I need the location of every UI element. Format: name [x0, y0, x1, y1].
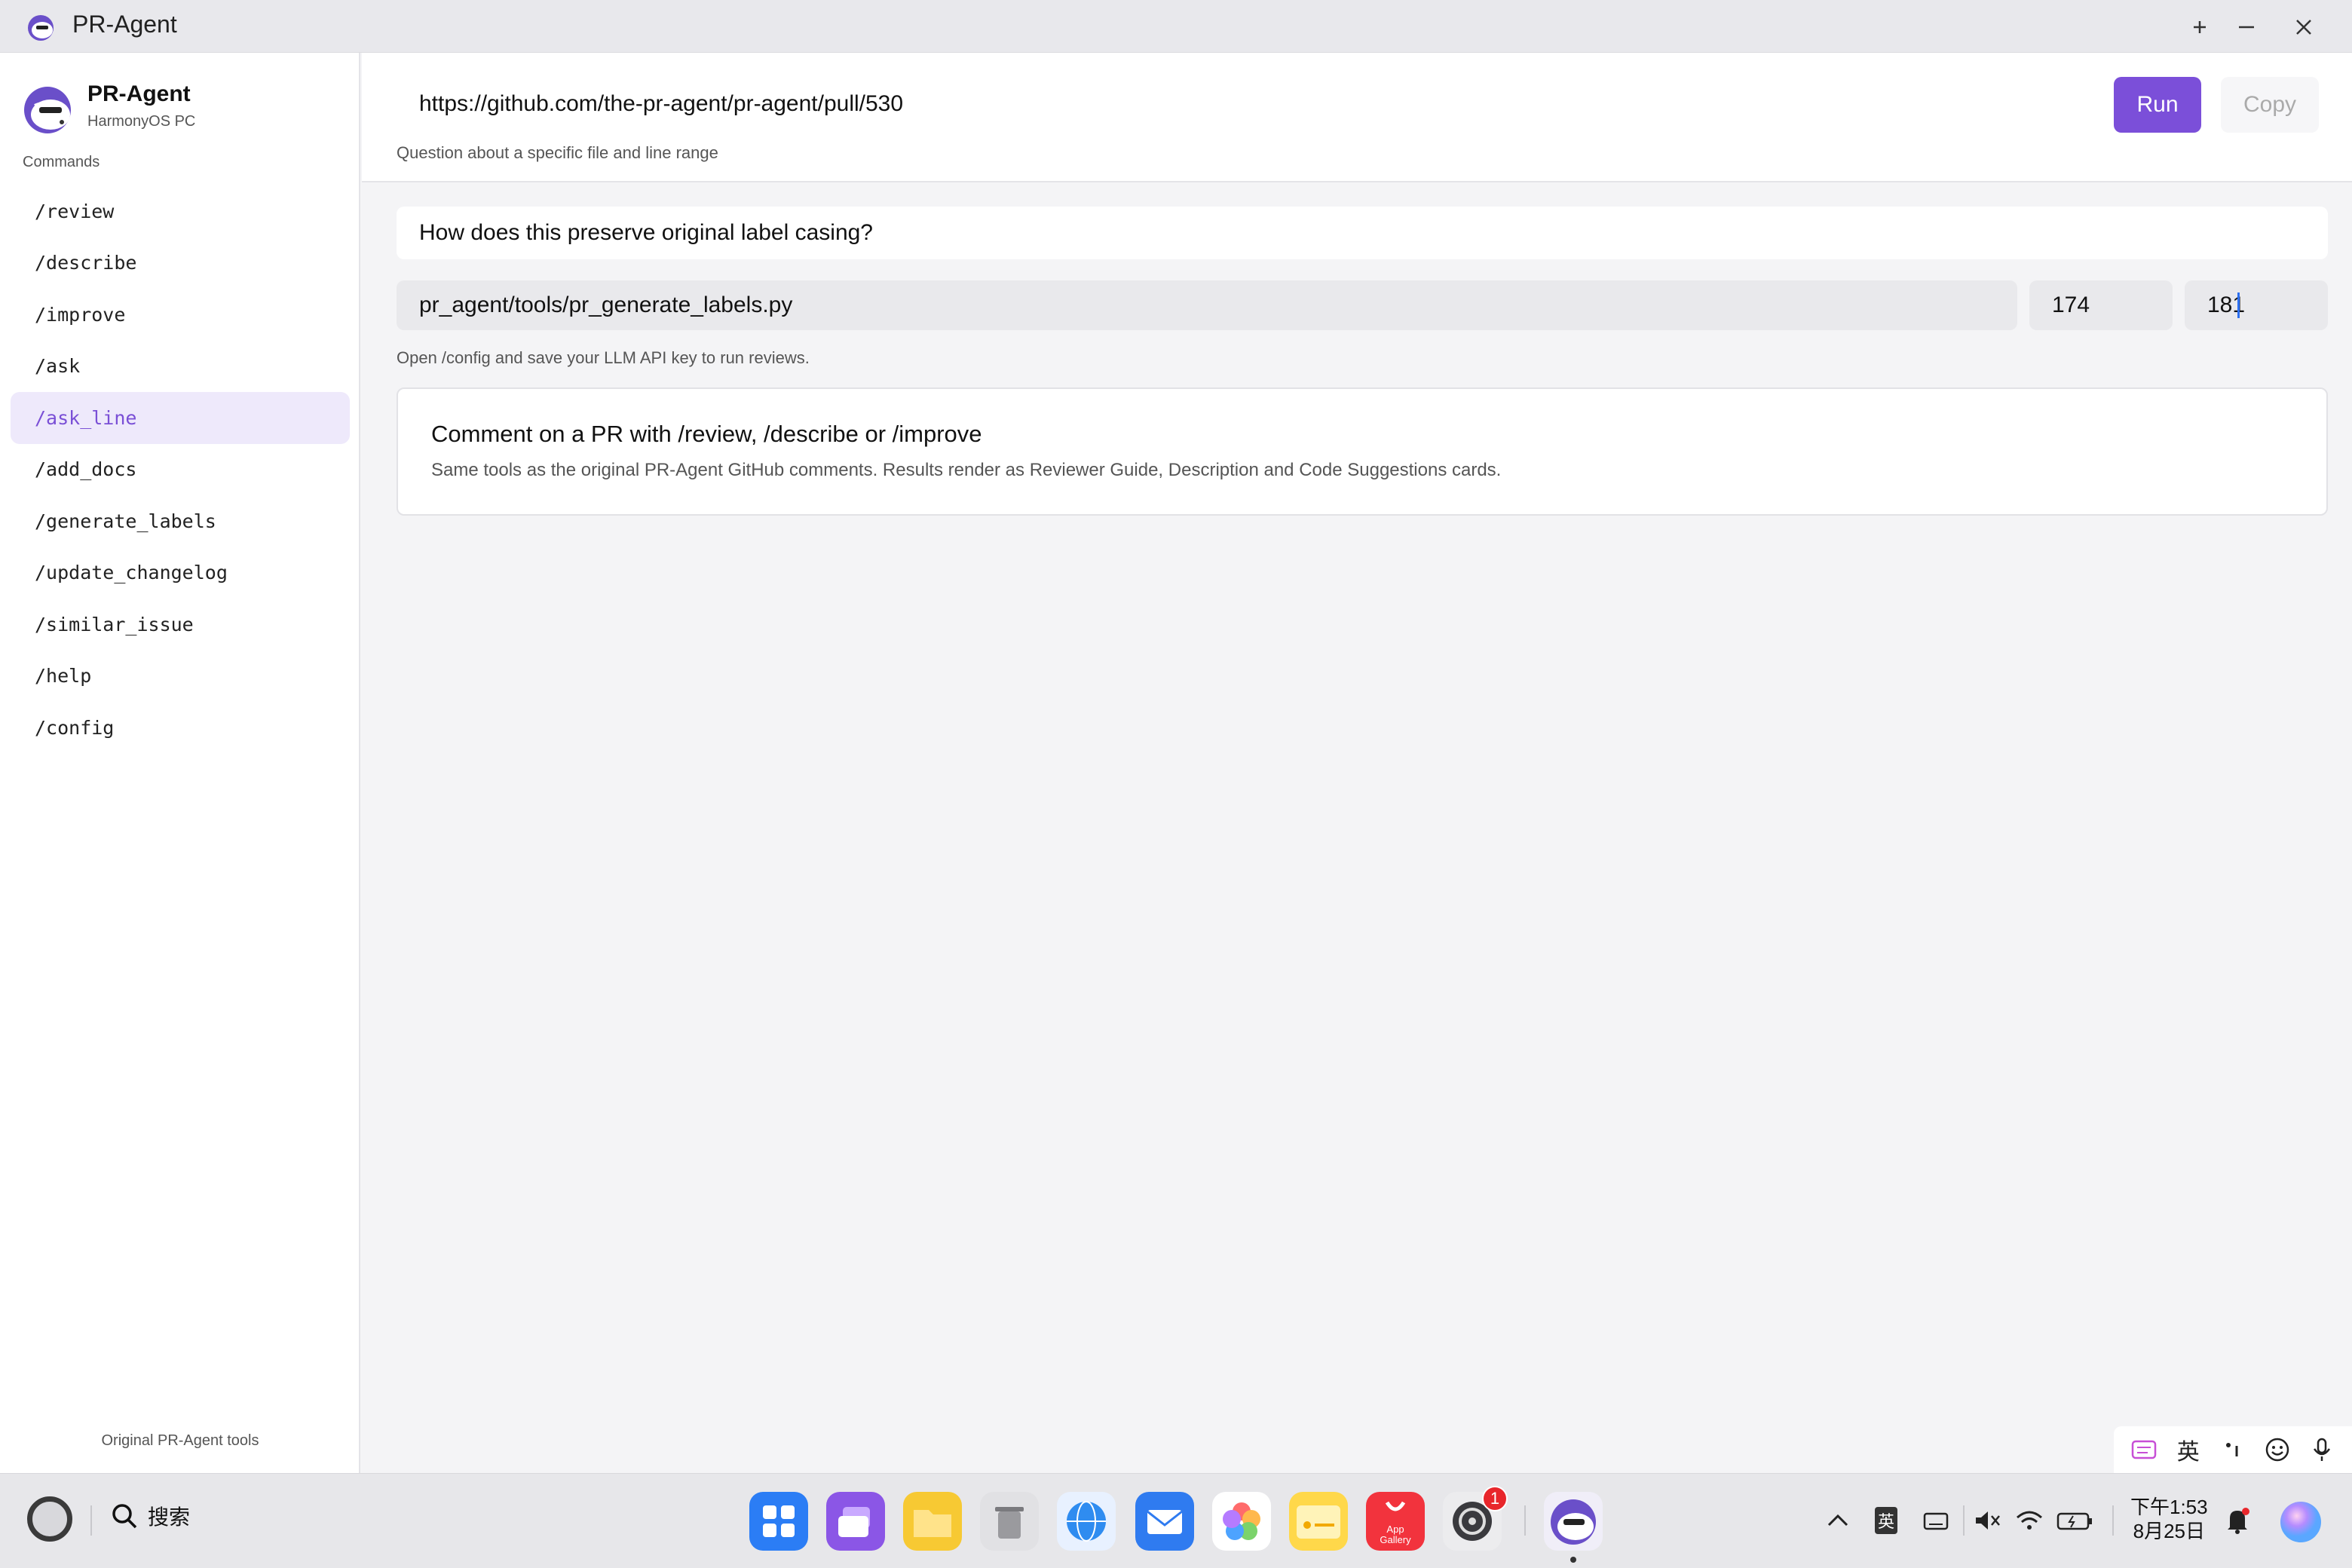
run-button[interactable]: Run: [2114, 77, 2201, 133]
sidebar-item-update-changelog[interactable]: /update_changelog: [11, 547, 350, 599]
brand-subtitle: HarmonyOS PC: [87, 113, 196, 130]
sidebar-item-help[interactable]: /help: [11, 651, 350, 703]
volume-muted-icon[interactable]: [1971, 1504, 2004, 1537]
minimize-button[interactable]: [2230, 11, 2263, 44]
browser-icon[interactable]: [1057, 1492, 1116, 1551]
sidebar-item-similar-issue[interactable]: /similar_issue: [11, 599, 350, 651]
url-bar: Run Copy Question about a specific file …: [362, 53, 2352, 182]
sidebar-footer: Original PR-Agent tools: [101, 1432, 259, 1449]
info-card: Comment on a PR with /review, /describe …: [397, 387, 2328, 516]
pr-url-input[interactable]: [397, 75, 2153, 133]
tray-ime-language[interactable]: 英: [1870, 1504, 1903, 1537]
system-clock[interactable]: 下午1:53 8月25日: [2130, 1495, 2208, 1543]
tray-divider-2: [2112, 1505, 2114, 1536]
info-card-description: Same tools as the original PR-Agent GitH…: [431, 460, 1502, 480]
sidebar-item-describe[interactable]: /describe: [11, 237, 350, 289]
launcher-icon[interactable]: [749, 1492, 808, 1551]
mode-hint: Question about a specific file and line …: [397, 143, 718, 162]
pr-agent-icon[interactable]: [1544, 1492, 1603, 1551]
tray-expand-icon[interactable]: [1823, 1504, 1853, 1537]
search-icon: [112, 1504, 137, 1529]
dock-divider: [1524, 1505, 1526, 1536]
search-label: 搜索: [148, 1505, 191, 1529]
svg-text:Gallery: Gallery: [1380, 1534, 1411, 1545]
sidebar-item-ask[interactable]: /ask: [11, 341, 350, 393]
text-caret: [2237, 292, 2240, 318]
taskbar: 搜索 App Gallery 1 英 下午1:53 8月25日: [0, 1473, 2352, 1568]
ime-microphone-icon[interactable]: [2303, 1431, 2341, 1468]
close-icon: [2296, 20, 2311, 35]
ime-toolbar: 英: [2114, 1426, 2352, 1473]
wifi-icon[interactable]: [2013, 1504, 2046, 1537]
copy-button[interactable]: Copy: [2221, 77, 2319, 133]
settings-notification-badge: 1: [1482, 1486, 1508, 1511]
config-hint: Open /config and save your LLM API key t…: [397, 348, 810, 367]
files-icon[interactable]: [903, 1492, 962, 1551]
notes-icon[interactable]: [1289, 1492, 1348, 1551]
tray-divider: [1963, 1505, 1965, 1536]
start-button[interactable]: [27, 1496, 72, 1542]
app-gallery-icon[interactable]: App Gallery: [1366, 1492, 1425, 1551]
sidebar-item-generate-labels[interactable]: /generate_labels: [11, 495, 350, 547]
sidebar-item-improve[interactable]: /improve: [11, 289, 350, 341]
ime-emoji-icon[interactable]: [2259, 1431, 2296, 1468]
brand-name: PR-Agent: [87, 81, 191, 106]
main-panel: Run Copy Question about a specific file …: [362, 53, 2352, 1473]
sidebar-item-config[interactable]: /config: [11, 702, 350, 754]
close-button[interactable]: [2287, 11, 2320, 44]
svg-text:App: App: [1386, 1524, 1404, 1535]
sidebar-item-review[interactable]: /review: [11, 185, 350, 237]
tray-keyboard-icon[interactable]: [1919, 1504, 1952, 1537]
commands-section-label: Commands: [23, 154, 100, 170]
restore-icon: [2194, 21, 2206, 33]
taskbar-divider: [90, 1505, 92, 1536]
app-logo-icon: [28, 15, 54, 41]
brand-logo-icon: [24, 87, 71, 133]
sidebar-item-add-docs[interactable]: /add_docs: [11, 444, 350, 496]
info-card-title: Comment on a PR with /review, /describe …: [431, 421, 982, 447]
multitask-icon[interactable]: [826, 1492, 885, 1551]
photos-icon[interactable]: [1212, 1492, 1271, 1551]
title-bar: PR-Agent: [0, 0, 2352, 53]
sidebar-item-ask-line[interactable]: /ask_line: [11, 392, 350, 444]
trash-icon[interactable]: [980, 1492, 1039, 1551]
taskbar-search[interactable]: 搜索: [110, 1501, 190, 1531]
clock-time: 下午1:53: [2130, 1496, 2208, 1518]
ime-language-toggle[interactable]: 英: [2170, 1431, 2207, 1468]
question-input[interactable]: [397, 207, 2328, 259]
assistant-orb-icon[interactable]: [2277, 1498, 2325, 1546]
line-start-input[interactable]: [2029, 280, 2173, 330]
line-end-input[interactable]: [2185, 280, 2328, 330]
command-list: /review /describe /improve /ask /ask_lin…: [11, 185, 350, 754]
running-indicator: [1570, 1557, 1576, 1563]
mail-icon[interactable]: [1135, 1492, 1194, 1551]
minimize-icon: [2239, 26, 2254, 29]
file-path-input[interactable]: [397, 280, 2017, 330]
ime-keyboard-icon[interactable]: [2125, 1431, 2163, 1468]
clock-date: 8月25日: [2133, 1520, 2205, 1542]
battery-icon[interactable]: [2055, 1504, 2100, 1537]
sidebar: PR-Agent HarmonyOS PC Commands /review /…: [0, 53, 360, 1473]
notification-bell-icon[interactable]: [2222, 1504, 2252, 1537]
restore-button[interactable]: [2183, 11, 2216, 44]
ime-punctuation-icon[interactable]: [2214, 1431, 2252, 1468]
window-title: PR-Agent: [72, 11, 177, 38]
